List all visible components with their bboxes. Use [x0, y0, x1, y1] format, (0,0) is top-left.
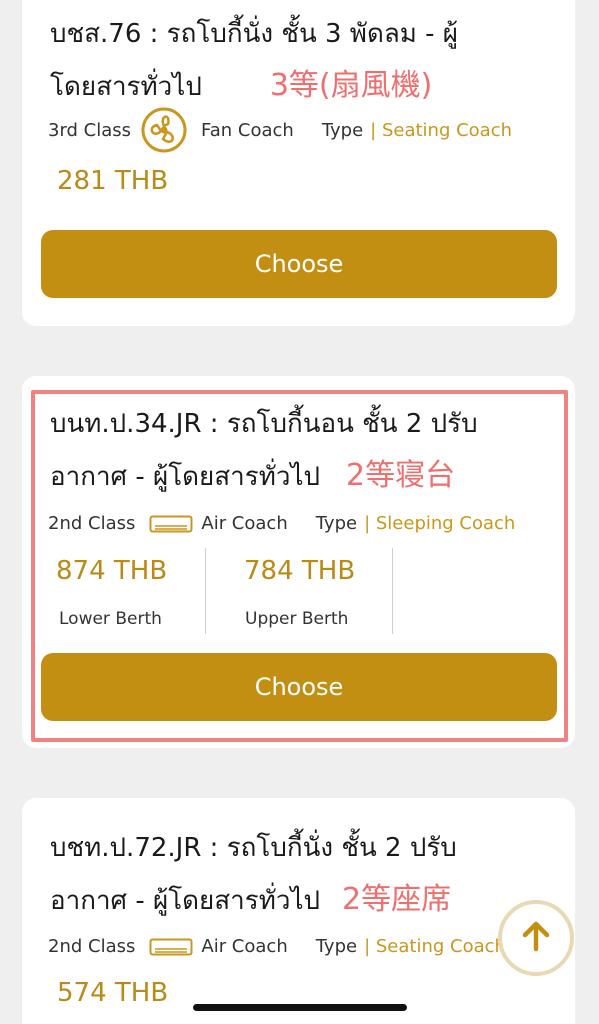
class-label: 2nd Class [48, 513, 136, 534]
train-title-line1: บนท.ป.34.JR : รถโบกี้นอน ชั้น 2 ปรับ [50, 409, 478, 439]
price-value: 574 THB [57, 978, 169, 1008]
choose-button[interactable]: Choose [41, 230, 557, 298]
divider [205, 548, 206, 634]
coach-label: Air Coach [201, 513, 288, 534]
train-title-line1: บชส.76 : รถโบกี้นั่ง ชั้น 3 พัดลม - ผู้ [50, 19, 459, 49]
air-conditioner-icon [149, 938, 193, 956]
fan-icon [141, 107, 187, 153]
coach-type-value: | Sleeping Coach [364, 513, 516, 534]
coach-label: Fan Coach [201, 119, 294, 141]
upper-berth-price: 784 THB [244, 556, 356, 586]
class-label: 3rd Class [48, 119, 132, 141]
train-title-line2: อากาศ - ผู้โดยสารทั่วไป [50, 886, 321, 916]
coach-type-value: | Seating Coach [370, 119, 513, 141]
coach-info: 2nd Class Air Coach Type | Seating Coach [48, 936, 506, 957]
price-value: 281 THB [57, 166, 169, 196]
japanese-annotation: 2等寝台 [346, 458, 456, 493]
train-title: บชส.76 : รถโบกี้นั่ง ชั้น 3 พัดลม - ผู้ … [50, 8, 550, 113]
class-label: 2nd Class [48, 936, 136, 957]
home-indicator [193, 1004, 407, 1011]
coach-info: 3rd Class Fan Coach Type | Seating Coach [48, 107, 512, 153]
train-title-line2: อากาศ - ผู้โดยสารทั่วไป [50, 462, 321, 492]
choose-button[interactable]: Choose [41, 653, 557, 721]
train-title-line2: โดยสารทั่วไป [50, 72, 202, 102]
air-conditioner-icon [149, 515, 193, 533]
ticket-card-3rd-class-fan: บชส.76 : รถโบกี้นั่ง ชั้น 3 พัดลม - ผู้ … [22, 0, 575, 326]
coach-type-value: | Seating Coach [364, 936, 506, 957]
coach-info: 2nd Class Air Coach Type | Sleeping Coac… [48, 513, 515, 534]
ticket-card-2nd-class-sleeping: บนท.ป.34.JR : รถโบกี้นอน ชั้น 2 ปรับ อาก… [22, 376, 575, 748]
lower-berth-price: 874 THB [56, 556, 168, 586]
ticket-card-2nd-class-seating: บชท.ป.72.JR : รถโบกี้นั่ง ชั้น 2 ปรับ อา… [22, 798, 575, 1024]
japanese-annotation: 3等(扇風機) [269, 68, 433, 103]
coach-label: Air Coach [201, 936, 288, 957]
lower-berth-label: Lower Berth [59, 609, 162, 629]
scroll-to-top-button[interactable] [498, 900, 574, 976]
type-label: Type [315, 936, 358, 957]
type-label: Type [315, 513, 358, 534]
divider [392, 548, 393, 634]
upper-berth-label: Upper Berth [245, 609, 349, 629]
arrow-up-icon [519, 919, 553, 957]
japanese-annotation: 2等座席 [342, 882, 452, 917]
type-label: Type [321, 119, 364, 141]
train-title: บชท.ป.72.JR : รถโบกี้นั่ง ชั้น 2 ปรับ อา… [50, 822, 550, 927]
train-title-line1: บชท.ป.72.JR : รถโบกี้นั่ง ชั้น 2 ปรับ [50, 833, 457, 863]
train-title: บนท.ป.34.JR : รถโบกี้นอน ชั้น 2 ปรับ อาก… [50, 398, 550, 503]
